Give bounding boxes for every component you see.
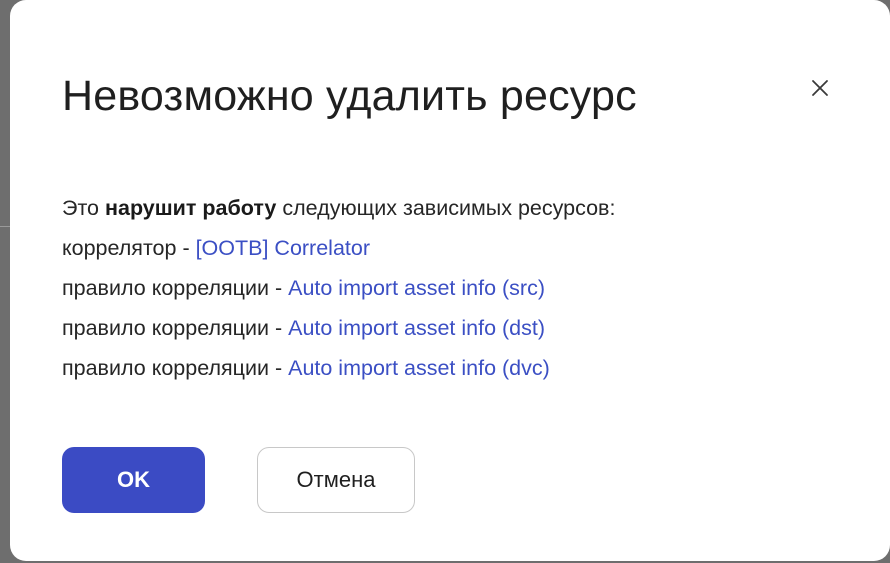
dialog-message: Это нарушит работу следующих зависимых р…: [62, 188, 615, 388]
dependency-item: правило корреляции - Auto import asset i…: [62, 308, 615, 348]
intro-suffix: следующих зависимых ресурсов:: [276, 196, 616, 220]
dependency-type: коррелятор -: [62, 236, 196, 260]
delete-resource-dialog: Невозможно удалить ресурс Это нарушит ра…: [10, 0, 890, 561]
intro-prefix: Это: [62, 196, 105, 220]
cancel-button[interactable]: Отмена: [257, 447, 415, 513]
dependency-item: правило корреляции - Auto import asset i…: [62, 348, 615, 388]
dependency-link[interactable]: Auto import asset info (src): [288, 276, 545, 300]
dialog-title: Невозможно удалить ресурс: [62, 72, 637, 120]
dependency-type: правило корреляции -: [62, 316, 289, 340]
ok-button[interactable]: OK: [62, 447, 205, 513]
dependency-type: правило корреляции -: [62, 276, 289, 300]
dependency-link[interactable]: Auto import asset info (dvc): [288, 356, 550, 380]
intro-emphasis: нарушит работу: [105, 196, 277, 220]
dependency-type: правило корреляции -: [62, 356, 289, 380]
close-button[interactable]: [806, 74, 834, 102]
dependency-item: правило корреляции - Auto import asset i…: [62, 268, 615, 308]
intro-line: Это нарушит работу следующих зависимых р…: [62, 188, 615, 228]
dependency-item: коррелятор - [OOTB] Correlator: [62, 228, 615, 268]
dependency-link[interactable]: [OOTB] Correlator: [196, 236, 370, 260]
close-icon: [812, 80, 828, 96]
dependency-link[interactable]: Auto import asset info (dst): [288, 316, 545, 340]
